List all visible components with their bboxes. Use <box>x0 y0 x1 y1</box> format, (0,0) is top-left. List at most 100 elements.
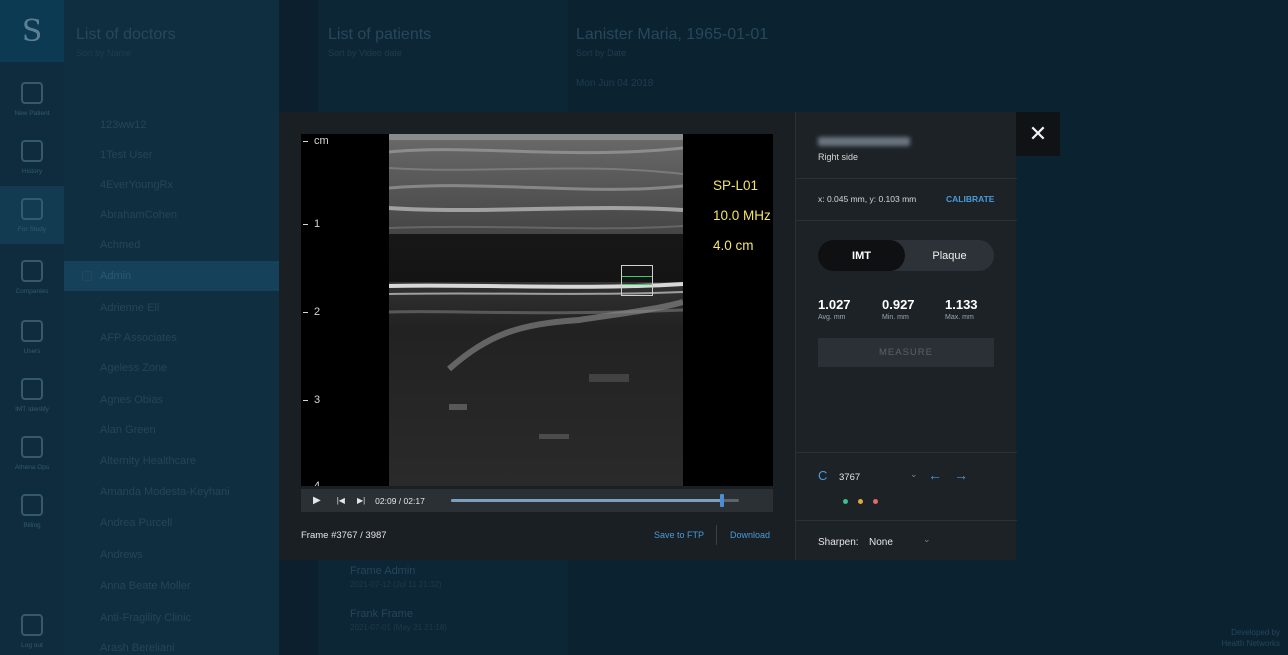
doctor-row[interactable]: Achmed <box>64 230 279 260</box>
rail-imt-identify[interactable]: IMT Identify <box>0 366 64 424</box>
detail-title: Lanister Maria, 1965-01-01 <box>576 26 769 43</box>
logout-icon <box>21 613 43 636</box>
doctors-sort[interactable]: Sort by Name <box>76 48 131 58</box>
frame-counter: Frame #3767 / 3987 <box>301 530 387 541</box>
status-dot-red <box>873 499 878 504</box>
measurement-panel: Right side x: 0.045 mm, y: 0.103 mm CALI… <box>795 112 1017 560</box>
next-arrow-button[interactable]: → <box>954 467 968 483</box>
users-icon <box>21 319 43 342</box>
download-link[interactable]: Download <box>730 530 770 540</box>
ops-icon <box>21 435 43 458</box>
study-icon <box>21 197 43 220</box>
nav-rail: S New Patient History For Study Companie… <box>0 0 64 655</box>
measure-button[interactable]: MEASURE <box>818 338 994 367</box>
doctors-title: List of doctors <box>76 26 176 43</box>
video-modal: cm 1 2 3 4 SP-L01 10.0 MHz 4.0 cm ▶ |◀ ▶… <box>279 112 1060 560</box>
depth-scale: cm 1 2 3 4 <box>301 134 389 486</box>
prev-arrow-button[interactable]: ← <box>928 467 942 483</box>
scale-tick: 2 <box>303 306 320 318</box>
doctor-row[interactable]: 1Test User <box>64 140 279 170</box>
min-metric: 0.927 Min. mm <box>882 297 915 321</box>
rail-logout[interactable]: Log out <box>0 602 64 655</box>
patients-sort[interactable]: Sort by Video date <box>328 48 402 58</box>
imt-roi-box[interactable] <box>621 265 653 296</box>
detail-sort[interactable]: Sort by Date <box>576 48 626 58</box>
divider <box>796 452 1017 453</box>
app-logo: S <box>0 0 64 62</box>
patients-title: List of patients <box>328 26 432 43</box>
doctor-row[interactable]: AbrahamCohen <box>64 200 279 230</box>
status-dot-green <box>843 499 848 504</box>
save-to-ftp-link[interactable]: Save to FTP <box>654 530 704 540</box>
scale-tick: 4 <box>303 480 320 486</box>
rail-companies[interactable]: Companies <box>0 248 64 306</box>
rail-users[interactable]: Users <box>0 308 64 366</box>
sharpen-label: Sharpen: <box>818 537 859 548</box>
doctor-row[interactable]: Alternity Healthcare <box>64 446 279 476</box>
probe-label: SP-L01 <box>713 178 759 193</box>
doctor-row[interactable]: Anna Beate Moller <box>64 571 279 601</box>
doctor-row[interactable]: Ageless Zone <box>64 353 279 383</box>
history-icon <box>21 139 43 162</box>
tab-plaque[interactable]: Plaque <box>905 240 994 271</box>
doctor-row[interactable]: Agnes Obias <box>64 385 279 415</box>
rail-new-patient[interactable]: New Patient <box>0 70 64 128</box>
seek-bar[interactable] <box>451 494 739 507</box>
side-label: Right side <box>818 152 859 162</box>
next-frame-button[interactable]: ▶| <box>357 496 365 505</box>
doctor-row[interactable]: Andrews <box>64 540 279 570</box>
doctor-row-selected[interactable]: Admin <box>64 261 279 291</box>
chevron-down-icon[interactable]: ⌄ <box>910 469 918 480</box>
scale-tick: 1 <box>303 218 320 230</box>
frequency-label: 10.0 MHz <box>713 208 771 223</box>
mode-toggle: IMT Plaque <box>818 240 994 271</box>
companies-icon <box>21 259 43 282</box>
doctor-row[interactable]: 123ww12 <box>64 110 279 140</box>
doctor-row[interactable]: Andrea Purcell <box>64 508 279 538</box>
add-patient-icon <box>21 81 43 104</box>
doctor-row[interactable]: Arash Bereliani <box>64 633 279 655</box>
chevron-down-icon[interactable]: ⌄ <box>923 534 931 545</box>
rail-billing[interactable]: Billing <box>0 482 64 540</box>
doctor-row[interactable]: 4EverYoungRx <box>64 170 279 200</box>
divider <box>796 220 1017 221</box>
divider <box>796 520 1017 521</box>
timecode: 02:09 / 02:17 <box>375 495 425 506</box>
ultrasound-viewer[interactable]: cm 1 2 3 4 SP-L01 10.0 MHz 4.0 cm <box>301 134 773 486</box>
prev-frame-button[interactable]: |◀ <box>337 496 345 505</box>
video-controls: ▶ |◀ ▶| 02:09 / 02:17 <box>301 489 773 512</box>
depth-label: 4.0 cm <box>713 238 754 253</box>
link-divider <box>716 525 717 545</box>
doctor-row[interactable]: Anti-Fragility Clinic <box>64 603 279 633</box>
patient-row[interactable]: Frank Frame 2021-07-01 (May 21 21:18) <box>350 608 447 632</box>
seek-progress <box>451 499 722 502</box>
sharpen-select[interactable]: None <box>869 537 893 548</box>
detail-date: Mon Jun 04 2018 <box>576 78 654 89</box>
tools-icon <box>21 377 43 400</box>
roi-line-upper <box>622 276 652 277</box>
divider <box>796 178 1017 179</box>
billing-icon <box>21 493 43 516</box>
frame-select[interactable]: 3767 <box>839 472 860 483</box>
tab-imt[interactable]: IMT <box>818 240 905 271</box>
patient-row[interactable]: Frame Admin 2021-07-12 (Jul 11 21:32) <box>350 565 441 589</box>
seek-handle[interactable] <box>719 494 724 507</box>
roi-line-lower <box>622 284 652 285</box>
doctor-row[interactable]: Adrienne Ell <box>64 293 279 323</box>
rail-athena-ops[interactable]: Athena Ops <box>0 424 64 482</box>
status-dot-yellow <box>858 499 863 504</box>
rail-history[interactable]: History <box>0 128 64 186</box>
close-button[interactable]: ✕ <box>1016 112 1060 156</box>
refresh-icon[interactable]: C <box>818 468 827 483</box>
scale-unit: cm <box>303 135 329 147</box>
doctor-row[interactable]: AFP Associates <box>64 323 279 353</box>
avg-metric: 1.027 Avg. mm <box>818 297 851 321</box>
calibrate-button[interactable]: CALIBRATE <box>946 194 994 204</box>
doctor-row[interactable]: Amanda Modesta-Keyhani <box>64 477 279 507</box>
patient-name-blurred <box>818 137 910 146</box>
developer-credit: Developed by Health Networks <box>1221 628 1280 648</box>
doctor-row[interactable]: Alan Green <box>64 415 279 445</box>
rail-for-study[interactable]: For Study <box>0 186 64 244</box>
checkbox-icon <box>82 271 92 281</box>
play-button[interactable]: ▶ <box>313 495 321 506</box>
